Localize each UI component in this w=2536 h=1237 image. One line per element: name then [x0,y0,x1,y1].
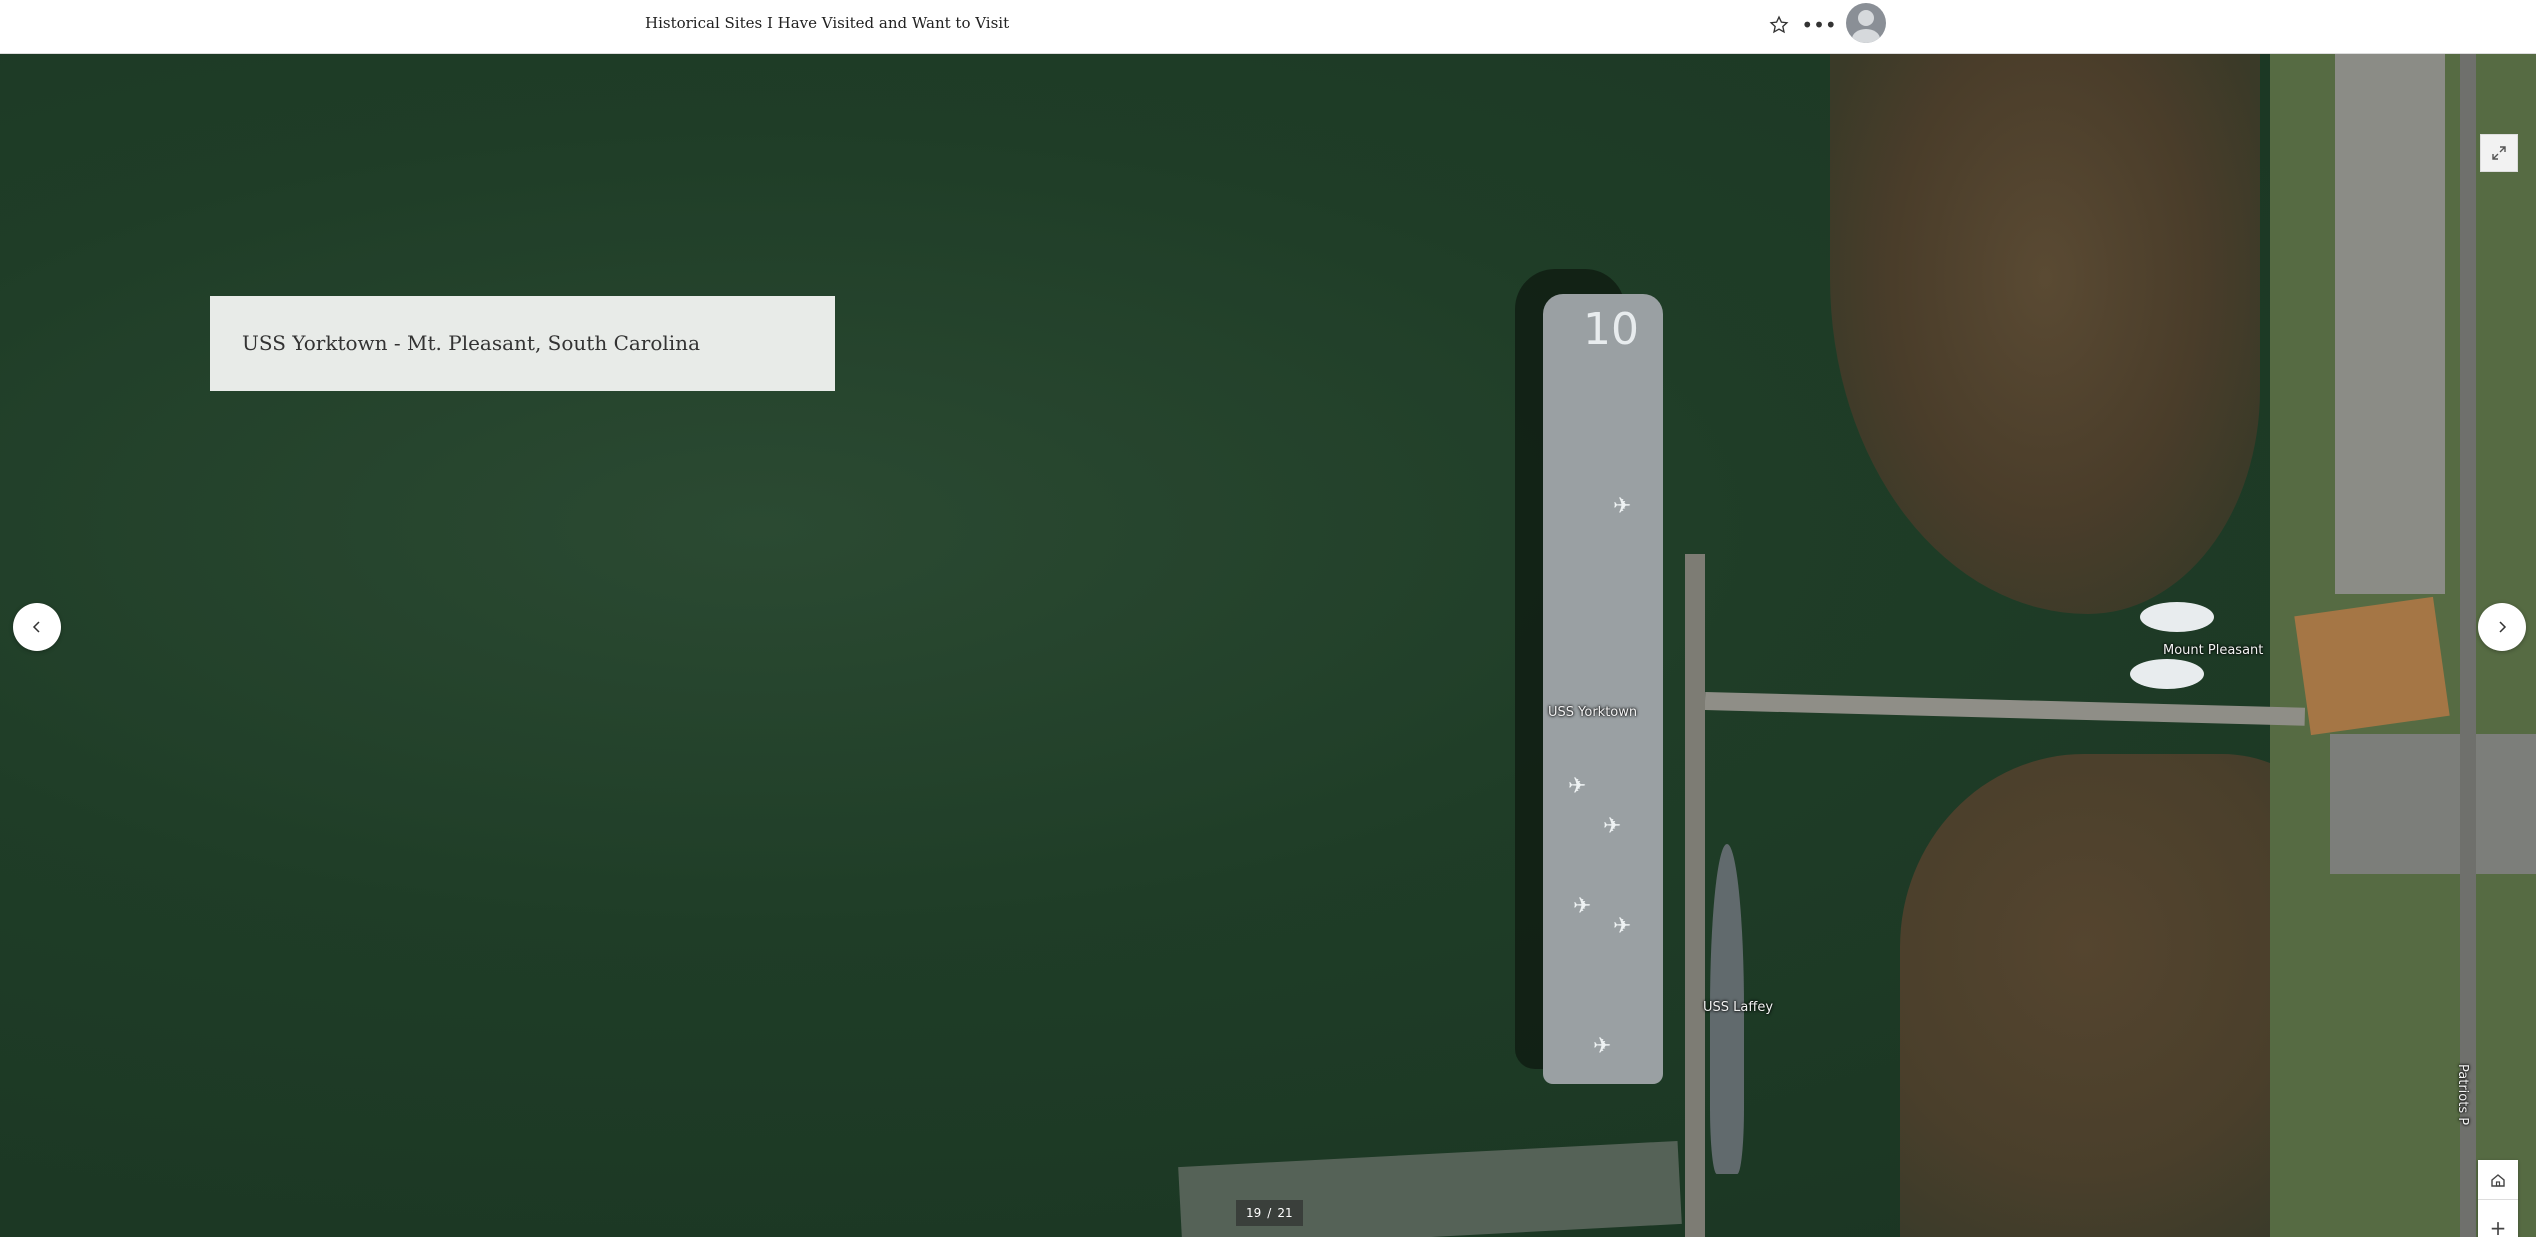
parking-lot [2330,734,2536,874]
aircraft-icon: ✈ [1573,894,1592,919]
chevron-left-icon [32,621,40,633]
parking-lot [2335,54,2445,594]
zoom-controls: + − [2478,1160,2518,1237]
expand-icon[interactable] [2480,134,2518,172]
aircraft-icon: ✈ [1568,774,1587,799]
more-options-icon[interactable]: ••• [1801,10,1836,40]
chevron-right-icon [2499,621,2507,633]
slide-caption: USS Yorktown - Mt. Pleasant, South Carol… [210,296,835,391]
pier [1685,554,1705,1237]
previous-slide-button[interactable] [13,603,61,651]
avatar[interactable] [1846,3,1886,43]
slide-total: 21 [1277,1206,1293,1220]
road [2460,54,2476,1237]
boat [2130,659,2204,689]
aircraft-icon: ✈ [1613,914,1632,939]
aircraft-icon: ✈ [1593,1034,1612,1059]
aircraft-carrier: 10 ✈ ✈ ✈ ✈ ✈ ✈ [1543,294,1663,1084]
star-icon[interactable] [1764,10,1794,40]
story-title: Historical Sites I Have Visited and Want… [645,14,1010,32]
zoom-in-button[interactable]: + [2478,1208,2518,1237]
caption-text: USS Yorktown - Mt. Pleasant, South Carol… [242,331,700,355]
map-label-laffey: USS Laffey [1703,1000,1774,1015]
hull-number: 10 [1583,304,1639,355]
pier [1704,692,2306,726]
map-label-road: Patriots P [2455,1064,2470,1126]
aircraft-icon: ✈ [1613,494,1632,519]
boat [2140,602,2214,632]
app-header: Historical Sites I Have Visited and Want… [0,0,2536,54]
next-slide-button[interactable] [2478,603,2526,651]
map-label-yorktown: USS Yorktown [1548,705,1638,720]
slide-separator: / [1267,1206,1272,1220]
map-view[interactable]: 10 ✈ ✈ ✈ ✈ ✈ ✈ USS Yorktown Mount Pleasa… [0,54,2536,1237]
marsh-area [1830,54,2260,614]
slide-current: 19 [1246,1206,1262,1220]
home-icon[interactable] [2478,1160,2518,1200]
slide-counter: 19 / 21 [1236,1200,1303,1226]
aircraft-icon: ✈ [1603,814,1622,839]
map-label-mount-pleasant: Mount Pleasant [2163,643,2264,658]
building [2294,596,2450,736]
